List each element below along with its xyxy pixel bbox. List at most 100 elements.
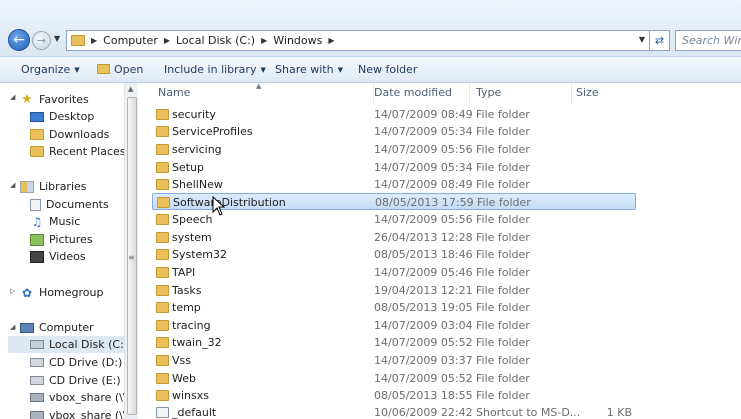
recent-pages-dropdown[interactable]: ▼ bbox=[54, 34, 60, 43]
folder-icon bbox=[156, 337, 169, 348]
star-icon: ★ bbox=[21, 91, 33, 107]
organize-button[interactable]: Organize ▼ bbox=[21, 63, 80, 76]
file-row[interactable]: TAPI 14/07/2009 05:46 File folder bbox=[152, 264, 636, 281]
navigation-pane-scrollbar[interactable]: ▲ ≡ bbox=[124, 83, 138, 419]
file-row[interactable]: winsxs 08/05/2013 18:55 File folder bbox=[152, 387, 636, 404]
refresh-button[interactable]: ⇄ bbox=[650, 30, 670, 51]
videos-icon bbox=[30, 250, 44, 263]
open-folder-icon bbox=[97, 64, 110, 74]
cd-drive-icon bbox=[30, 358, 44, 367]
column-header-type[interactable]: Type bbox=[470, 83, 572, 105]
computer-icon bbox=[20, 322, 34, 333]
folder-icon bbox=[156, 320, 169, 331]
nav-vbox-share-2[interactable]: vbox_share (\\VB bbox=[30, 407, 124, 419]
file-row[interactable]: security 14/07/2009 08:49 File folder bbox=[152, 106, 636, 123]
refresh-icon: ⇄ bbox=[654, 34, 665, 47]
search-input[interactable]: Search Windows bbox=[675, 30, 741, 51]
file-row[interactable]: System32 08/05/2013 18:46 File folder bbox=[152, 246, 636, 263]
nav-homegroup[interactable]: ✿ Homegroup bbox=[20, 284, 103, 301]
nav-cd-drive-d[interactable]: CD Drive (D:) bbox=[30, 354, 122, 371]
expand-icon[interactable]: ▷ bbox=[10, 287, 15, 295]
libraries-icon bbox=[20, 180, 34, 193]
grip-icon: ≡ bbox=[128, 253, 135, 262]
documents-icon bbox=[30, 198, 41, 211]
breadcrumb-computer[interactable]: Computer bbox=[103, 34, 158, 47]
network-drive-icon bbox=[30, 393, 44, 402]
breadcrumb-windows[interactable]: Windows bbox=[273, 34, 322, 47]
expand-icon[interactable]: ◢ bbox=[10, 181, 15, 189]
downloads-folder-icon bbox=[30, 129, 44, 140]
scroll-up-icon[interactable]: ▲ bbox=[128, 85, 133, 93]
file-row[interactable]: system 26/04/2013 12:28 File folder bbox=[152, 229, 636, 246]
address-bar[interactable]: ▶ Computer ▶ Local Disk (C:) ▶ Windows ▶… bbox=[66, 30, 650, 51]
folder-icon bbox=[156, 109, 169, 120]
file-list: Name ▲ Date modified Type Size security 1… bbox=[138, 82, 741, 419]
open-button[interactable]: Open bbox=[97, 63, 143, 76]
homegroup-icon: ✿ bbox=[21, 285, 33, 300]
nav-downloads[interactable]: Downloads bbox=[30, 126, 109, 143]
file-row[interactable]: ShellNew 14/07/2009 08:49 File folder bbox=[152, 176, 636, 193]
desktop-icon bbox=[30, 111, 44, 122]
nav-vbox-share-1[interactable]: vbox_share (\\vb bbox=[30, 389, 124, 406]
folder-icon bbox=[156, 373, 169, 384]
folder-icon bbox=[156, 355, 169, 366]
nav-pictures[interactable]: Pictures bbox=[30, 231, 93, 248]
file-row[interactable]: tracing 14/07/2009 03:04 File folder bbox=[152, 317, 636, 334]
chevron-down-icon: ▼ bbox=[74, 66, 80, 74]
nav-videos[interactable]: Videos bbox=[30, 248, 86, 265]
expand-icon[interactable]: ◢ bbox=[10, 323, 15, 331]
expand-icon[interactable]: ◢ bbox=[10, 93, 15, 101]
folder-icon bbox=[156, 214, 169, 225]
folder-icon bbox=[156, 249, 169, 260]
address-history-dropdown[interactable]: ▼ bbox=[639, 35, 645, 44]
file-row[interactable]: Vss 14/07/2009 03:37 File folder bbox=[152, 352, 636, 369]
recent-places-icon bbox=[30, 146, 44, 157]
column-header-date-modified[interactable]: Date modified bbox=[368, 83, 470, 105]
music-icon: ♫ bbox=[31, 214, 43, 229]
nav-favorites[interactable]: ★ Favorites bbox=[20, 91, 89, 108]
file-row[interactable]: Setup 14/07/2009 05:34 File folder bbox=[152, 159, 636, 176]
arrow-left-icon: ← bbox=[13, 32, 25, 48]
nav-music[interactable]: ♫ Music bbox=[30, 213, 81, 230]
nav-recent-places[interactable]: Recent Places bbox=[30, 143, 124, 160]
folder-icon bbox=[156, 126, 169, 137]
folder-icon bbox=[156, 179, 169, 190]
shortcut-icon bbox=[156, 407, 169, 418]
file-row[interactable]: Web 14/07/2009 05:52 File folder bbox=[152, 370, 636, 387]
arrow-right-icon: → bbox=[36, 34, 47, 47]
chevron-down-icon: ▼ bbox=[54, 34, 61, 43]
chevron-right-icon[interactable]: ▶ bbox=[164, 36, 170, 45]
chevron-right-icon[interactable]: ▶ bbox=[328, 36, 334, 45]
folder-icon bbox=[156, 267, 169, 278]
sort-ascending-icon: ▲ bbox=[256, 82, 262, 90]
command-bar: Organize ▼ Open Include in library ▼ Share… bbox=[0, 57, 741, 83]
file-row[interactable]: ServiceProfiles 14/07/2009 05:34 File fold… bbox=[152, 123, 636, 140]
file-row[interactable]: _default 10/06/2009 22:42 Shortcut to MS-D… bbox=[152, 404, 636, 419]
nav-local-disk[interactable]: Local Disk (C:) bbox=[8, 336, 124, 353]
folder-icon bbox=[156, 390, 169, 401]
share-with-button[interactable]: Share with ▼ bbox=[275, 63, 343, 76]
include-in-library-button[interactable]: Include in library ▼ bbox=[164, 63, 266, 76]
file-row[interactable]: twain_32 14/07/2009 05:52 File folder bbox=[152, 334, 636, 351]
file-row[interactable]: Tasks 19/04/2013 12:21 File folder bbox=[152, 282, 636, 299]
chevron-right-icon[interactable]: ▶ bbox=[91, 36, 97, 45]
nav-cd-drive-e[interactable]: CD Drive (E:) Win bbox=[30, 372, 124, 389]
nav-desktop[interactable]: Desktop bbox=[30, 108, 94, 125]
navigation-pane: ◢ ★ Favorites Desktop Downloads Recent Pl… bbox=[0, 83, 124, 419]
column-header-size[interactable]: Size bbox=[570, 83, 640, 105]
back-button[interactable]: ← bbox=[8, 29, 30, 51]
chevron-right-icon[interactable]: ▶ bbox=[261, 36, 267, 45]
folder-icon bbox=[156, 285, 169, 296]
forward-button[interactable]: → bbox=[32, 31, 51, 50]
nav-computer[interactable]: Computer bbox=[20, 319, 94, 336]
file-row[interactable]: temp 08/05/2013 19:05 File folder bbox=[152, 299, 636, 316]
nav-libraries[interactable]: Libraries bbox=[20, 178, 87, 195]
nav-documents[interactable]: Documents bbox=[30, 196, 109, 213]
address-area: ← → ▼ ▶ Computer ▶ Local Disk (C:) ▶ Win… bbox=[0, 0, 741, 57]
column-header-name[interactable]: Name bbox=[152, 83, 374, 105]
file-row[interactable]: servicing 14/07/2009 05:56 File folder bbox=[152, 141, 636, 158]
folder-icon bbox=[156, 232, 169, 243]
breadcrumb-local-disk[interactable]: Local Disk (C:) bbox=[176, 34, 255, 47]
new-folder-button[interactable]: New folder bbox=[358, 63, 417, 76]
folder-icon bbox=[156, 162, 169, 173]
